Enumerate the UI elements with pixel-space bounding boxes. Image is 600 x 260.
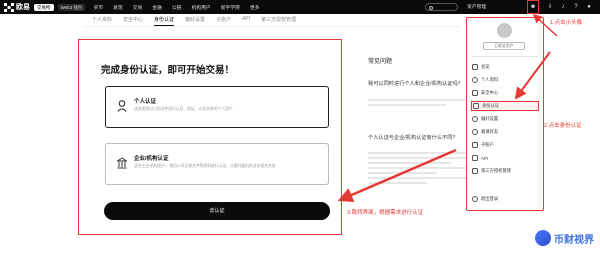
annotation-step-3: 3.跳转界面，根据需求进行认证 xyxy=(347,210,424,216)
annotation-arrows xyxy=(337,13,558,202)
watermark: 币财视界 xyxy=(535,230,594,246)
watermark-logo-icon xyxy=(535,230,551,246)
annotation-step-2: 2.点击身份认证 xyxy=(544,123,582,129)
watermark-text: 币财视界 xyxy=(554,234,594,246)
annotation-step-1: 1.点击小头像 xyxy=(550,20,583,26)
